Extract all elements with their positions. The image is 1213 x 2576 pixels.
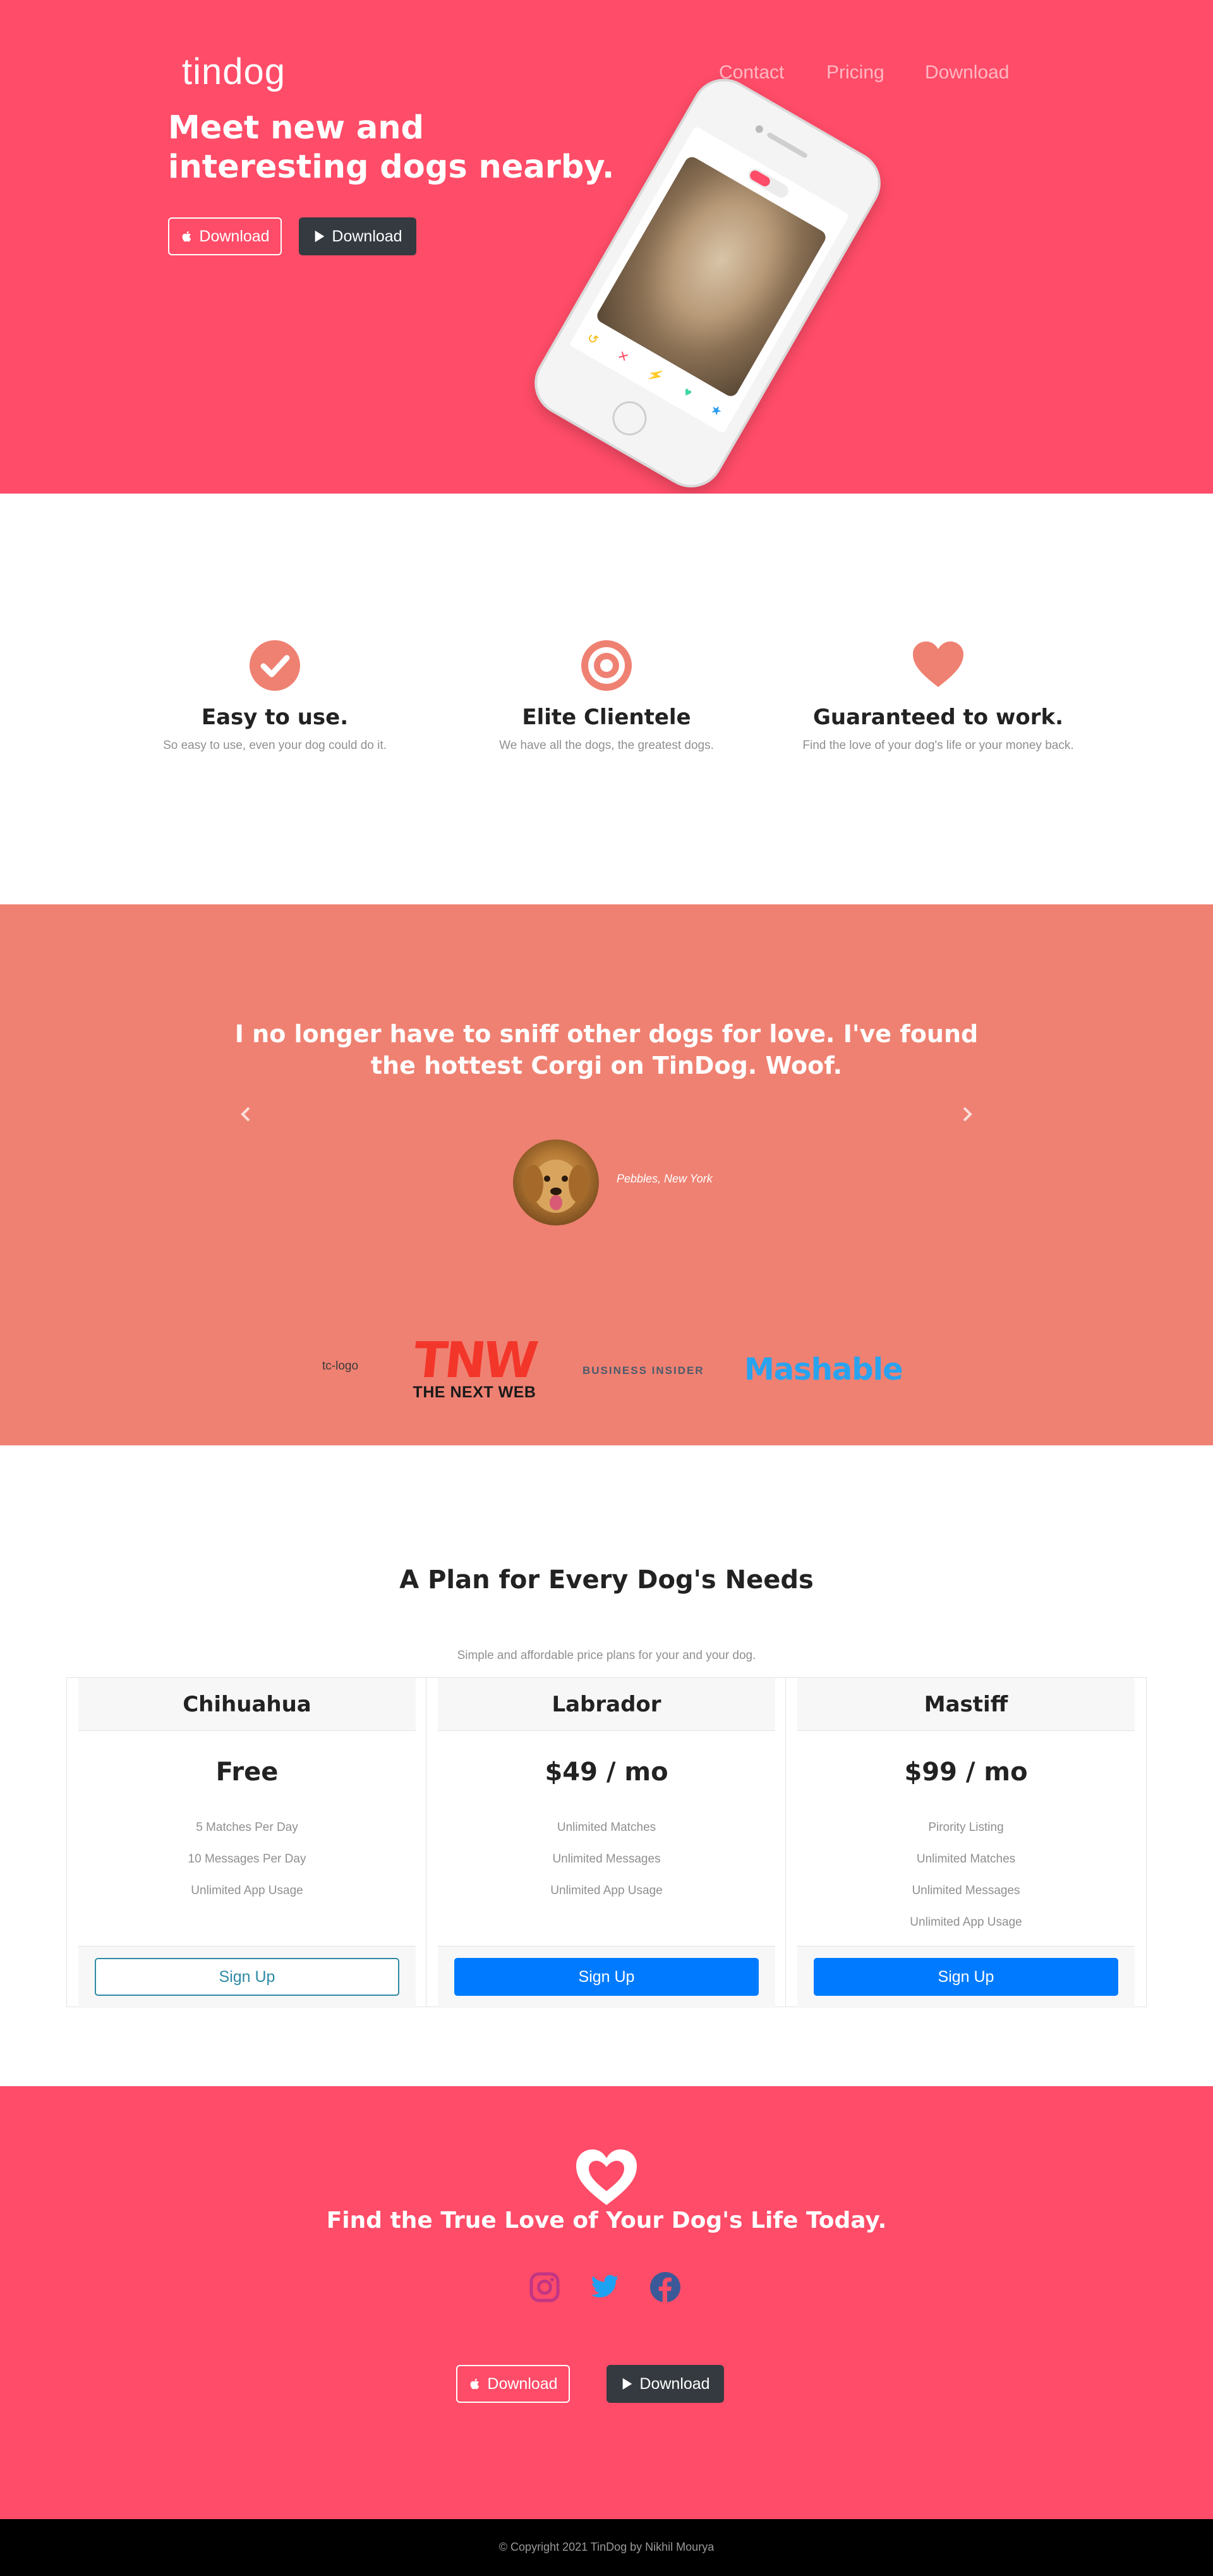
nav-pricing-link[interactable]: Pricing [826, 62, 884, 83]
the-next-web-logo: TNW THE NEXT WEB [404, 1332, 545, 1404]
feature-title: Guaranteed to work. [812, 705, 1064, 730]
plan-name: Labrador [438, 1678, 775, 1731]
pricing-title: A Plan for Every Dog's Needs [399, 1565, 814, 1595]
pricing-card-labrador: Labrador $49 / mo Unlimited Matches Unli… [426, 1677, 787, 2008]
close-icon: ✕ [615, 348, 631, 366]
page-footer: © Copyright 2021 TinDog by Nikhil Mourya [0, 2519, 1213, 2576]
heart-logo-icon [576, 2149, 637, 2205]
feature-item: Guaranteed to work. Find the love of you… [774, 639, 1102, 753]
apple-icon [471, 2378, 480, 2390]
cta-section: Find the True Love of Your Dog's Life To… [0, 2086, 1213, 2519]
tnw-logo-mark: TNW [411, 1332, 538, 1389]
mastiff-sign-up-button[interactable]: Sign Up [814, 1958, 1118, 1996]
feature-item: Elite Clientele We have all the dogs, th… [442, 639, 771, 753]
plan-feature-list: 5 Matches Per Day 10 Messages Per Day Un… [67, 1812, 427, 1907]
testimonials-section: I no longer have to sniff other dogs for… [0, 904, 1213, 1445]
phone-camera [754, 124, 765, 135]
plan-feature: Pirority Listing [928, 1821, 1004, 1834]
nav-download-link[interactable]: Download [925, 62, 1009, 83]
plan-feature: Unlimited App Usage [550, 1884, 663, 1897]
plan-price: $99 / mo [904, 1758, 1028, 1787]
plan-feature: Unlimited App Usage [191, 1884, 303, 1897]
heart-icon: ♥ [680, 384, 694, 401]
feature-text: So easy to use, even your dog could do i… [163, 739, 387, 752]
feature-item: Easy to use. So easy to use, even your d… [111, 639, 439, 753]
plan-name: Chihuahua [78, 1678, 416, 1731]
apple-download-button[interactable]: Download [456, 2365, 570, 2403]
plan-feature: Unlimited Matches [916, 1852, 1016, 1866]
heart-icon [913, 641, 963, 687]
feature-text: We have all the dogs, the greatest dogs. [499, 739, 714, 752]
business-insider-logo: BUSINESS INSIDER [582, 1364, 704, 1376]
testimonial-author: Pebbles, New York [617, 1172, 713, 1185]
bolt-icon: ⚡ [645, 365, 666, 386]
plan-feature-list: Pirority Listing Unlimited Matches Unlim… [786, 1812, 1146, 1938]
phone-speaker [766, 131, 809, 159]
pricing-card-chihuahua: Chihuahua Free 5 Matches Per Day 10 Mess… [66, 1677, 428, 2008]
plan-footer: Sign Up [78, 1946, 416, 2008]
testimonial-quote: I no longer have to sniff other dogs for… [234, 1020, 979, 1079]
feature-text: Find the love of your dog's life or your… [802, 739, 1074, 752]
twitter-icon[interactable] [588, 2271, 621, 2304]
bullseye-icon [581, 640, 632, 691]
plan-footer: Sign Up [438, 1946, 775, 2008]
plan-footer: Sign Up [797, 1946, 1135, 2008]
play-store-icon [315, 230, 325, 243]
plan-feature: Unlimited Messages [912, 1884, 1020, 1897]
mashable-logo: Mashable [744, 1352, 903, 1387]
plan-feature: Unlimited Messages [552, 1852, 661, 1866]
plan-feature: Unlimited Matches [557, 1821, 656, 1834]
features-section: Easy to use. So easy to use, even your d… [0, 494, 1213, 904]
pricing-card-mastiff: Mastiff $99 / mo Pirority Listing Unlimi… [785, 1677, 1147, 2008]
apple-download-label: Download [487, 2374, 558, 2393]
apple-icon [183, 231, 191, 242]
labrador-sign-up-button[interactable]: Sign Up [454, 1958, 759, 1996]
feature-title: Elite Clientele [522, 705, 691, 730]
cta-title: Find the True Love of Your Dog's Life To… [326, 2208, 887, 2233]
pricing-subtitle: Simple and affordable price plans for yo… [457, 1649, 756, 1662]
plan-feature: 10 Messages Per Day [188, 1852, 306, 1866]
hero-section: tindog Contact Pricing Download Meet new… [0, 0, 1213, 494]
instagram-icon[interactable] [528, 2271, 561, 2304]
brand-logo[interactable]: tindog [182, 51, 286, 93]
dog-face-image [523, 1160, 589, 1213]
apple-download-button[interactable]: Download [168, 217, 282, 255]
copyright-text: © Copyright 2021 TinDog by Nikhil Mourya [498, 2541, 715, 2553]
phone-home-button [606, 395, 653, 442]
plan-feature: 5 Matches Per Day [196, 1821, 298, 1834]
plan-price: $49 / mo [545, 1758, 668, 1787]
play-store-icon [623, 2378, 632, 2390]
carousel-next-arrow-icon[interactable] [958, 1102, 977, 1127]
testimonial-avatar [513, 1139, 599, 1225]
google-play-download-button[interactable]: Download [299, 217, 416, 255]
rewind-icon: ↺ [584, 331, 601, 348]
google-download-label: Download [332, 227, 402, 245]
chihuahua-sign-up-button[interactable]: Sign Up [95, 1958, 399, 1996]
google-download-label: Download [639, 2374, 710, 2393]
star-icon: ★ [708, 401, 725, 420]
hero-title: Meet new and interesting dogs nearby. [168, 109, 615, 186]
check-circle-icon [250, 640, 300, 691]
facebook-icon[interactable] [649, 2271, 682, 2304]
plan-feature-list: Unlimited Matches Unlimited Messages Unl… [426, 1812, 787, 1907]
pricing-section: A Plan for Every Dog's Needs Simple and … [0, 1445, 1213, 2086]
feature-title: Easy to use. [201, 705, 349, 730]
apple-download-label: Download [199, 227, 270, 245]
plan-name: Mastiff [797, 1678, 1135, 1731]
google-play-download-button[interactable]: Download [606, 2365, 724, 2403]
carousel-prev-arrow-icon[interactable] [236, 1102, 255, 1127]
techcrunch-logo-image: tc-logo [322, 1359, 359, 1373]
plan-price: Free [215, 1758, 279, 1787]
plan-feature: Unlimited App Usage [910, 1916, 1022, 1929]
